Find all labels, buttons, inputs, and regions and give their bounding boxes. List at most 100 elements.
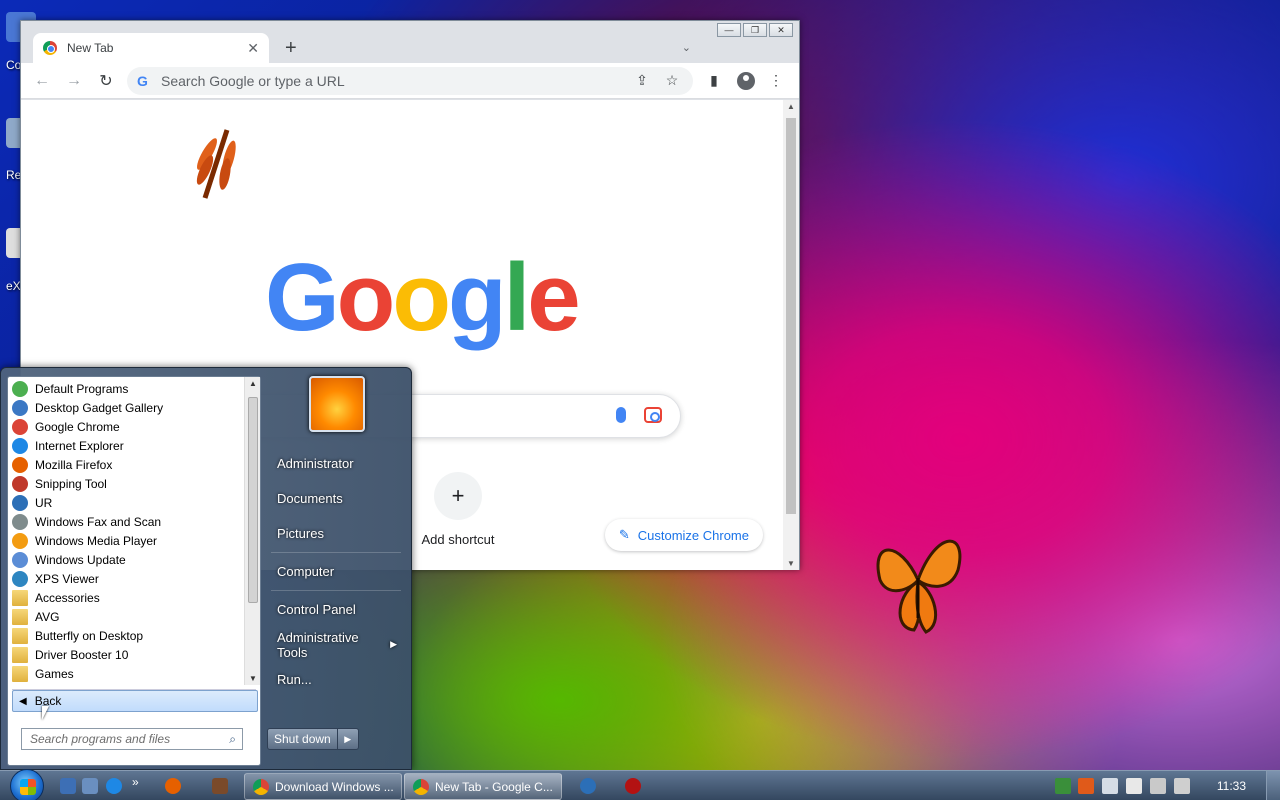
scroll-up-icon[interactable]: ▲: [786, 102, 796, 111]
link-pictures[interactable]: Pictures: [263, 516, 409, 551]
chrome-menu-icon[interactable]: ⋮: [765, 72, 787, 89]
shutdown-button[interactable]: Shut down: [268, 729, 338, 749]
program-item[interactable]: Desktop Gadget Gallery: [8, 398, 244, 417]
firefox-icon: [12, 456, 28, 473]
tab-search-button[interactable]: ⌄: [682, 41, 691, 54]
customize-chrome-button[interactable]: ✎ Customize Chrome: [604, 519, 763, 551]
search-icon: ⌕: [229, 732, 236, 746]
add-shortcut[interactable]: + Add shortcut: [413, 472, 503, 547]
program-item[interactable]: AVG: [8, 607, 244, 626]
program-item[interactable]: Windows Fax and Scan: [8, 512, 244, 531]
bookmark-star-icon[interactable]: ☆: [661, 72, 683, 89]
volume-muted-icon[interactable]: [1174, 778, 1190, 794]
program-item[interactable]: Mozilla Firefox: [8, 455, 244, 474]
side-panel-icon[interactable]: ▮: [703, 72, 725, 89]
program-item[interactable]: Windows Media Player: [8, 531, 244, 550]
start-button[interactable]: [10, 769, 44, 800]
new-tab-button[interactable]: +: [285, 37, 297, 60]
network-icon[interactable]: [1150, 778, 1166, 794]
tab-close-icon[interactable]: ✕: [247, 40, 259, 57]
gadget-gallery-icon: [12, 399, 28, 416]
scroll-thumb[interactable]: [248, 397, 258, 603]
customize-chrome-label: Customize Chrome: [637, 527, 749, 543]
show-desktop-quicklaunch-icon[interactable]: [60, 778, 76, 794]
link-documents[interactable]: Documents: [263, 481, 409, 516]
scroll-thumb[interactable]: [786, 118, 796, 514]
pencil-icon: ✎: [618, 527, 630, 542]
program-label: Butterfly on Desktop: [35, 628, 144, 643]
link-administrator[interactable]: Administrator: [263, 446, 409, 481]
link-run[interactable]: Run...: [263, 662, 409, 697]
program-item[interactable]: Default Programs: [8, 379, 244, 398]
chrome-favicon-icon: [43, 41, 57, 55]
link-control-panel[interactable]: Control Panel: [263, 592, 409, 627]
google-lens-icon[interactable]: [644, 407, 662, 423]
folder-icon: [12, 608, 28, 625]
separator: [271, 552, 401, 553]
program-item[interactable]: Windows Update: [8, 550, 244, 569]
internet-explorer-icon: [12, 437, 28, 454]
profile-avatar-icon[interactable]: [737, 71, 755, 90]
quicklaunch-more-icon[interactable]: »: [132, 775, 139, 789]
program-item[interactable]: Games: [8, 664, 244, 683]
program-item[interactable]: Accessories: [8, 588, 244, 607]
program-item[interactable]: UR: [8, 493, 244, 512]
link-label: Run...: [277, 672, 312, 687]
program-item[interactable]: XPS Viewer: [8, 569, 244, 588]
link-administrative-tools[interactable]: Administrative Tools ▶: [263, 627, 409, 662]
ur-browser-icon[interactable]: [580, 778, 596, 794]
forward-button[interactable]: →: [63, 70, 85, 92]
browser-toolbar: ← → ↻ G Search Google or type a URL ⇪ ☆ …: [21, 63, 799, 99]
logo-letter: G: [265, 244, 340, 351]
program-label: Mozilla Firefox: [35, 457, 113, 472]
tray-app-icon[interactable]: [1055, 778, 1071, 794]
shutdown-options-arrow-icon[interactable]: ▶: [338, 729, 358, 749]
program-item[interactable]: Butterfly on Desktop: [8, 626, 244, 645]
reload-button[interactable]: ↻: [95, 70, 117, 92]
add-shortcut-label: Add shortcut: [421, 532, 495, 547]
xps-viewer-icon: [12, 570, 28, 587]
program-item[interactable]: Google Chrome: [8, 417, 244, 436]
task-new-tab-chrome[interactable]: New Tab - Google C...: [404, 773, 562, 800]
user-picture-avatar[interactable]: [309, 376, 365, 432]
switch-windows-icon[interactable]: [82, 778, 98, 794]
link-computer[interactable]: Computer: [263, 554, 409, 589]
show-desktop-button[interactable]: [1266, 771, 1280, 800]
start-search-input[interactable]: Search programs and files ⌕: [21, 728, 243, 750]
scroll-down-icon[interactable]: ▼: [786, 559, 796, 568]
logo-letter: e: [527, 244, 580, 351]
start-search-placeholder: Search programs and files: [30, 732, 171, 746]
butterfly-tray-icon[interactable]: [1078, 778, 1094, 794]
internet-explorer-icon[interactable]: [106, 778, 122, 794]
link-label: Control Panel: [277, 602, 356, 617]
voice-search-icon[interactable]: [616, 407, 626, 423]
scroll-up-icon[interactable]: ▲: [245, 379, 261, 388]
share-icon[interactable]: ⇪: [631, 72, 653, 89]
chrome-icon: [413, 778, 429, 795]
address-bar[interactable]: G Search Google or type a URL ⇪ ☆: [127, 66, 693, 95]
back-arrow-icon: ◀: [19, 695, 27, 707]
action-center-flag-icon[interactable]: [1126, 778, 1142, 794]
tray-document-icon[interactable]: [1102, 778, 1118, 794]
program-item[interactable]: Driver Booster 10: [8, 645, 244, 664]
programs-list: Default Programs Desktop Gadget Gallery Go…: [8, 379, 244, 683]
desktop-icon-label: eX: [6, 279, 21, 293]
page-scrollbar[interactable]: ▲ ▼: [783, 100, 799, 570]
tab-new-tab[interactable]: New Tab ✕: [33, 33, 269, 63]
tab-strip: New Tab ✕ + ⌄: [21, 29, 799, 63]
chrome-icon: [12, 418, 28, 435]
media-player-icon: [12, 532, 28, 549]
scroll-down-icon[interactable]: ▼: [245, 674, 261, 683]
back-button[interactable]: ←: [31, 70, 53, 92]
program-item[interactable]: Internet Explorer: [8, 436, 244, 455]
programs-scrollbar[interactable]: ▲ ▼: [244, 377, 260, 685]
firefox-icon[interactable]: [165, 778, 181, 794]
app-icon[interactable]: [212, 778, 228, 794]
mouse-cursor-icon: [42, 706, 49, 720]
program-item[interactable]: Snipping Tool: [8, 474, 244, 493]
task-download-windows[interactable]: Download Windows ...: [244, 773, 402, 800]
program-label: Internet Explorer: [35, 438, 124, 453]
clock[interactable]: 11:33: [1217, 779, 1246, 793]
logo-letter: l: [503, 244, 531, 351]
app-icon[interactable]: [625, 778, 641, 794]
